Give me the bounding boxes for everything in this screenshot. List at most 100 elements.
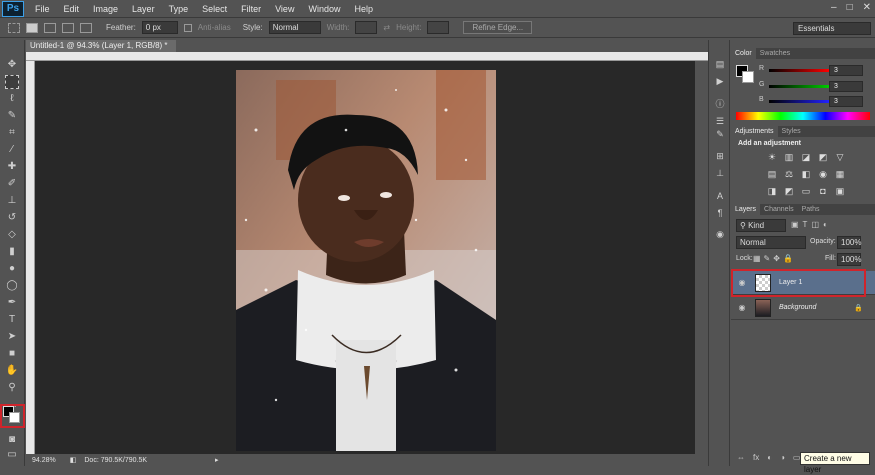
document-tab[interactable]: Untitled-1 @ 94.3% (Layer 1, RGB/8) * × — [26, 40, 176, 62]
fill-input[interactable]: 100% — [837, 253, 861, 266]
brush-panel-icon[interactable]: ✎ — [714, 128, 726, 140]
path-selection-tool-icon[interactable]: ➤ — [5, 330, 19, 344]
subtract-selection-icon[interactable] — [62, 22, 74, 33]
new-adjustment-layer-icon[interactable]: ◑ — [780, 453, 785, 462]
menu-type[interactable]: Type — [162, 0, 196, 18]
green-slider[interactable] — [769, 85, 829, 88]
quick-mask-icon[interactable]: ◙ — [5, 433, 19, 447]
dodge-tool-icon[interactable]: ◯ — [5, 279, 19, 293]
paragraph-panel-icon[interactable]: ¶ — [714, 207, 726, 219]
antialias-checkbox[interactable] — [183, 23, 192, 32]
green-value[interactable]: 3 — [829, 81, 863, 92]
feather-input[interactable]: 0 px — [141, 21, 178, 34]
menu-filter[interactable]: Filter — [234, 0, 268, 18]
lasso-tool-icon[interactable]: ℓ — [5, 92, 19, 106]
hue-saturation-icon[interactable]: ▤ — [765, 168, 779, 180]
gradient-tool-icon[interactable]: ▮ — [5, 245, 19, 259]
menu-window[interactable]: Window — [301, 0, 347, 18]
photo-filter-icon[interactable]: ◉ — [816, 168, 830, 180]
menu-help[interactable]: Help — [347, 0, 380, 18]
color-balance-icon[interactable]: ⚖ — [782, 168, 796, 180]
green-slider-row[interactable]: G 3 — [759, 81, 871, 93]
crop-tool-icon[interactable]: ⌗ — [5, 126, 19, 140]
layer-row-background[interactable]: ◉ Background 🔒 — [731, 296, 875, 320]
history-panel-icon[interactable]: ▤ — [714, 58, 726, 70]
vertical-ruler[interactable] — [26, 61, 35, 454]
add-mask-icon[interactable]: ◐ — [767, 453, 772, 462]
curves-icon[interactable]: ◪ — [799, 151, 813, 163]
horizontal-ruler[interactable] — [26, 52, 708, 61]
eraser-tool-icon[interactable]: ◇ — [5, 228, 19, 242]
color-panel-background-swatch[interactable] — [742, 71, 754, 83]
tab-adjustments[interactable]: Adjustments — [731, 126, 778, 137]
red-slider-row[interactable]: R 3 — [759, 65, 871, 77]
menu-file[interactable]: File — [28, 0, 57, 18]
status-info-icon[interactable]: ◧ — [70, 456, 77, 464]
posterize-icon[interactable]: ◩ — [782, 185, 796, 197]
clone-stamp-tool-icon[interactable]: ⊥ — [5, 194, 19, 208]
menu-edit[interactable]: Edit — [57, 0, 87, 18]
clone-source-icon[interactable]: ⊥ — [714, 167, 726, 179]
blue-slider[interactable] — [769, 100, 829, 103]
opacity-input[interactable]: 100% — [837, 236, 861, 249]
menu-view[interactable]: View — [268, 0, 301, 18]
tab-color[interactable]: Color — [731, 48, 756, 59]
workspace-select[interactable]: Essentials — [793, 22, 871, 35]
screen-mode-icon[interactable]: ▭ — [5, 448, 19, 462]
channel-mixer-icon[interactable]: ▦ — [833, 168, 847, 180]
spot-healing-tool-icon[interactable]: ✚ — [5, 160, 19, 174]
properties-panel-icon[interactable]: ☰ — [714, 115, 726, 127]
info-panel-icon[interactable]: ⓘ — [714, 98, 726, 110]
history-brush-tool-icon[interactable]: ↺ — [5, 211, 19, 225]
tab-layers[interactable]: Layers — [731, 204, 761, 215]
layer-filter-icons[interactable]: ▣T◫◐ — [791, 220, 832, 229]
minimize-button[interactable]: – — [831, 2, 837, 13]
brush-presets-icon[interactable]: ⊞ — [714, 150, 726, 162]
blue-value[interactable]: 3 — [829, 96, 863, 107]
swap-dimensions-icon[interactable]: ⇄ — [383, 23, 390, 32]
visibility-eye-icon[interactable]: ◉ — [735, 303, 749, 312]
layer-kind-filter[interactable]: ⚲ Kind — [736, 219, 786, 232]
3d-panel-icon[interactable]: ◉ — [714, 228, 726, 240]
height-input[interactable] — [427, 21, 450, 34]
portrait-photo[interactable] — [236, 70, 496, 451]
hand-tool-icon[interactable]: ✋ — [5, 364, 19, 378]
brightness-contrast-icon[interactable]: ☀ — [765, 151, 779, 163]
tab-styles[interactable]: Styles — [778, 126, 805, 137]
style-select[interactable]: Normal — [268, 21, 321, 34]
brush-tool-icon[interactable]: ✐ — [5, 177, 19, 191]
marquee-tool-preset-icon[interactable] — [8, 22, 20, 33]
black-white-icon[interactable]: ◧ — [799, 168, 813, 180]
zoom-tool-icon[interactable]: ⚲ — [5, 381, 19, 395]
menu-select[interactable]: Select — [195, 0, 234, 18]
pen-tool-icon[interactable]: ✒ — [5, 296, 19, 310]
width-input[interactable] — [355, 21, 378, 34]
levels-icon[interactable]: ▥ — [782, 151, 796, 163]
color-spectrum-bar[interactable] — [736, 112, 870, 120]
quick-selection-tool-icon[interactable]: ✎ — [5, 109, 19, 123]
maximize-button[interactable]: □ — [847, 2, 853, 13]
invert-icon[interactable]: ◨ — [765, 185, 779, 197]
exposure-icon[interactable]: ◩ — [816, 151, 830, 163]
eyedropper-tool-icon[interactable]: ⁄ — [5, 143, 19, 157]
actions-panel-icon[interactable]: ▶ — [714, 75, 726, 87]
red-value[interactable]: 3 — [829, 65, 863, 76]
tab-paths[interactable]: Paths — [798, 204, 824, 215]
link-layers-icon[interactable]: ⇔ — [737, 453, 745, 462]
tab-channels[interactable]: Channels — [760, 204, 798, 215]
move-tool-icon[interactable]: ✥ — [5, 58, 19, 72]
new-selection-icon[interactable] — [26, 22, 38, 33]
gradient-map-icon[interactable]: ▣ — [833, 185, 847, 197]
lock-icons[interactable]: ▦✎✥🔒 — [753, 254, 796, 263]
zoom-level[interactable]: 94.28% — [32, 457, 56, 464]
vibrance-icon[interactable]: ▽ — [833, 151, 847, 163]
selective-color-icon[interactable]: ◘ — [816, 185, 830, 197]
background-layer-name[interactable]: Background — [779, 304, 816, 311]
character-panel-icon[interactable]: A — [714, 190, 726, 202]
tab-swatches[interactable]: Swatches — [756, 48, 794, 59]
status-menu-arrow-icon[interactable]: ▸ — [215, 456, 219, 464]
menu-image[interactable]: Image — [86, 0, 125, 18]
refine-edge-button[interactable]: Refine Edge... — [463, 21, 533, 34]
add-layer-style-icon[interactable]: fx — [753, 453, 759, 462]
type-tool-icon[interactable]: T — [5, 313, 19, 327]
